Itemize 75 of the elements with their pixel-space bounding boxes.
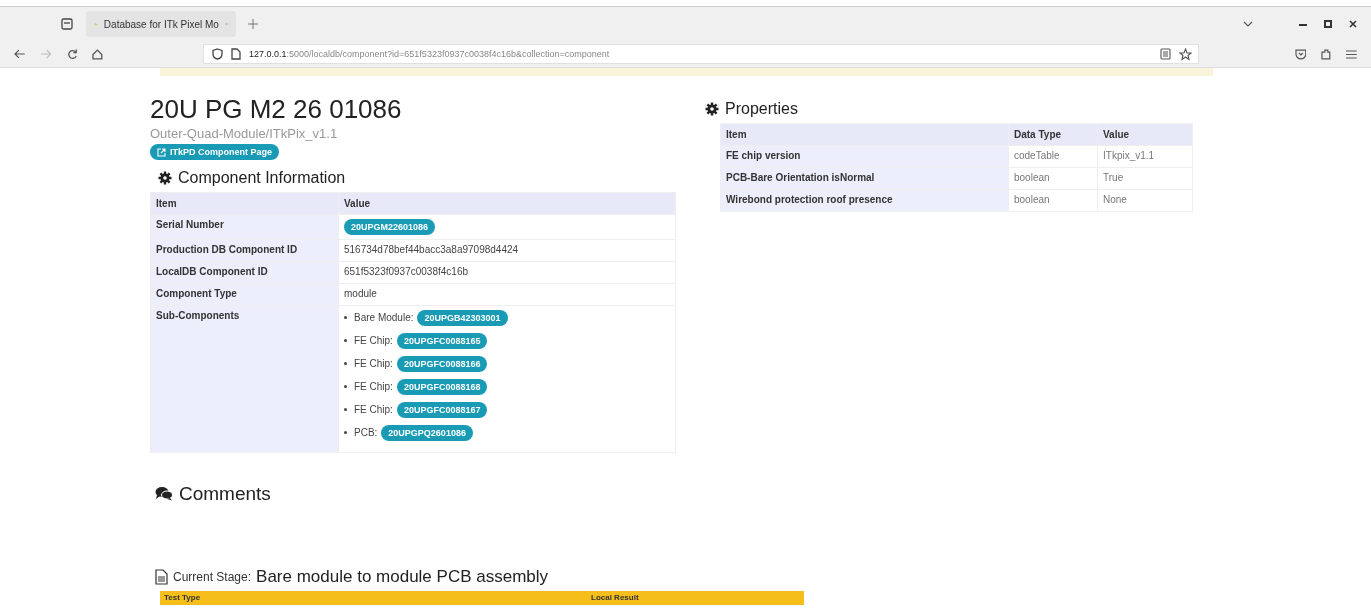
table-cell: FE chip version bbox=[720, 145, 1009, 168]
serial-badge[interactable]: 20UPGFC0088167 bbox=[396, 401, 488, 418]
comments-icon bbox=[155, 486, 173, 501]
table-cell: Serial Number bbox=[150, 214, 339, 239]
column-header: Test Type bbox=[164, 593, 202, 602]
column-header: Local Result bbox=[591, 593, 639, 602]
table-cell: 516734d78bef44bacc3a8a97098d4424 bbox=[338, 239, 676, 261]
table-cell: LocalDB Component ID bbox=[150, 261, 339, 283]
shield-icon bbox=[211, 48, 223, 60]
table-cell: Component Type bbox=[150, 283, 339, 305]
star-icon[interactable] bbox=[1178, 47, 1192, 61]
table-cell: 651f5323f0937c0038f4c16b bbox=[338, 261, 676, 283]
component-title: 20U PG M2 26 01086 bbox=[150, 94, 403, 124]
stage-label: Current Stage: bbox=[173, 569, 252, 584]
gear-icon bbox=[158, 170, 172, 185]
component-subtitle: Outer-Quad-Module/ITkPix_v1.1 bbox=[150, 126, 339, 141]
serial-badge[interactable]: 20UPGM22601086 bbox=[344, 218, 436, 235]
column-header: Data Type bbox=[1008, 123, 1098, 146]
tab-list-icon[interactable] bbox=[60, 17, 74, 31]
component-page-link[interactable]: ITkPD Component Page bbox=[150, 144, 279, 160]
table-cell: boolean bbox=[1008, 167, 1098, 190]
table-cell: ITkpix_v1.1 bbox=[1097, 145, 1193, 168]
maximize-icon[interactable] bbox=[1324, 20, 1332, 28]
stage-name: Bare module to module PCB assembly bbox=[256, 566, 549, 587]
browser-tab[interactable]: Database for ITk Pixel Mo bbox=[86, 11, 236, 37]
gear-icon bbox=[705, 102, 719, 116]
bullet-icon bbox=[344, 385, 347, 388]
column-header: Item bbox=[150, 192, 339, 214]
table-cell: module bbox=[338, 283, 676, 305]
bullet-icon bbox=[344, 431, 347, 434]
pocket-icon[interactable] bbox=[1294, 48, 1307, 60]
close-icon[interactable] bbox=[1349, 20, 1357, 28]
table-cell: codeTable bbox=[1008, 145, 1098, 168]
chevron-down-icon[interactable] bbox=[1243, 21, 1253, 27]
serial-badge[interactable]: 20UPGB42303001 bbox=[417, 309, 508, 326]
table-cell: PCB-Bare Orientation isNormal bbox=[720, 167, 1009, 190]
menu-icon[interactable] bbox=[1346, 49, 1357, 59]
back-icon[interactable] bbox=[14, 49, 26, 59]
table-cell: boolean bbox=[1008, 189, 1098, 212]
serial-badge[interactable]: 20UPGFC0088168 bbox=[396, 378, 488, 395]
document-icon bbox=[155, 568, 168, 585]
column-header: Value bbox=[1097, 123, 1193, 146]
table-cell: True bbox=[1097, 167, 1193, 190]
page-icon bbox=[230, 48, 241, 60]
subcomponent-label: FE Chip: bbox=[354, 335, 393, 346]
bullet-icon bbox=[344, 362, 347, 365]
new-tab-icon[interactable] bbox=[248, 19, 258, 29]
address-bar[interactable]: 127.0.0.1:5000/localdb/component?id=651f5323f0937c0038f4c16b&collection=component bbox=[202, 44, 1199, 64]
minimize-icon[interactable] bbox=[1299, 22, 1307, 26]
table-cell: None bbox=[1097, 189, 1193, 212]
external-link-icon bbox=[157, 147, 166, 157]
extensions-icon[interactable] bbox=[1320, 48, 1333, 60]
table-cell: Sub-Components bbox=[150, 305, 339, 452]
serial-badge[interactable]: 20UPGFC0088166 bbox=[396, 355, 488, 372]
section-heading: Comments bbox=[179, 482, 271, 505]
bullet-icon bbox=[344, 339, 347, 342]
home-icon[interactable] bbox=[92, 48, 103, 60]
subcomponent-label: FE Chip: bbox=[354, 358, 393, 369]
bullet-icon bbox=[344, 316, 347, 319]
reader-view-icon[interactable] bbox=[1159, 48, 1171, 60]
column-header: Item bbox=[720, 123, 1009, 146]
serial-badge[interactable]: 20UPGFC0088165 bbox=[396, 332, 488, 349]
subcomponent-label: FE Chip: bbox=[354, 381, 393, 392]
section-heading: Component Information bbox=[178, 168, 346, 187]
table-cell: Production DB Component ID bbox=[150, 239, 339, 261]
section-heading: Properties bbox=[725, 100, 798, 118]
column-header: Value bbox=[338, 192, 676, 214]
serial-badge[interactable]: 20UPGPQ2601086 bbox=[381, 424, 473, 441]
subcomponent-label: PCB: bbox=[354, 427, 378, 438]
bullet-icon bbox=[344, 408, 347, 411]
reload-icon[interactable] bbox=[67, 48, 79, 60]
subcomponent-label: Bare Module: bbox=[354, 312, 414, 323]
table-cell: Wirebond protection roof presence bbox=[720, 189, 1009, 212]
subcomponent-label: FE Chip: bbox=[354, 404, 393, 415]
url-text: 127.0.0.1:5000/localdb/component?id=651f5323f0937c0038f4c16b&collection=component bbox=[248, 49, 610, 59]
